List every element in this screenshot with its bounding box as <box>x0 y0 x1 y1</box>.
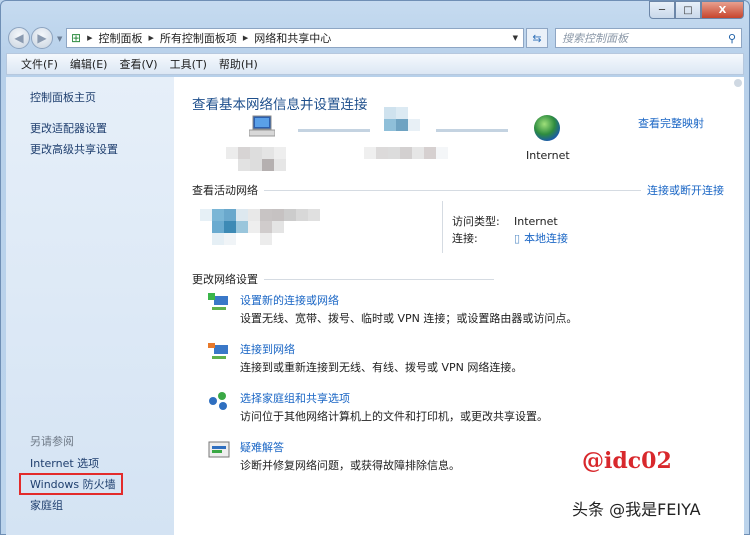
connect-disconnect-link[interactable]: 连接或断开连接 <box>647 182 724 198</box>
address-dropdown-icon[interactable]: ▼ <box>513 34 518 42</box>
menu-edit[interactable]: 编辑(E) <box>70 56 108 72</box>
blurred-active-network <box>200 209 332 245</box>
overlay-tag: @idc02 <box>582 448 672 474</box>
change-settings-title: 更改网络设置 <box>192 273 258 286</box>
menu-view[interactable]: 查看(V) <box>119 56 157 72</box>
nav-buttons: ◀ ▶ <box>8 27 53 49</box>
breadcrumb-arrow-icon[interactable]: ▶ <box>87 34 92 42</box>
local-connection-link[interactable]: 本地连接 <box>524 230 568 246</box>
refresh-button[interactable]: ⇆ <box>526 28 548 48</box>
breadcrumb-all-items[interactable]: 所有控制面板项 <box>160 30 237 46</box>
menu-file[interactable]: 文件(F) <box>21 56 58 72</box>
menu-bar: 文件(F) 编辑(E) 查看(V) 工具(T) 帮助(H) <box>6 53 744 75</box>
breadcrumb-arrow-icon[interactable]: ▶ <box>148 34 153 42</box>
search-placeholder: 搜索控制面板 <box>562 32 628 45</box>
new-connection-icon <box>208 293 228 310</box>
minimize-button[interactable]: ─ <box>649 1 675 19</box>
connection-label: 连接: <box>452 232 478 245</box>
task-homegroup: 选择家庭组和共享选项 访问位于其他网络计算机上的文件和打印机，或更改共享设置。 <box>208 391 548 427</box>
sidebar-homegroup[interactable]: 家庭组 <box>6 495 174 516</box>
sidebar: 控制面板主页 更改适配器设置 更改高级共享设置 另请参阅 Internet 选项… <box>6 77 174 535</box>
back-button[interactable]: ◀ <box>8 27 30 49</box>
connection-line <box>298 129 370 132</box>
close-button[interactable]: X <box>701 1 744 19</box>
connection-row: 连接: ▯ 本地连接 <box>452 230 568 246</box>
active-networks-header: 查看活动网络 连接或断开连接 <box>192 182 724 198</box>
task-description: 诊断并修复网络问题，或获得故障排除信息。 <box>240 459 460 472</box>
menu-tools[interactable]: 工具(T) <box>170 56 207 72</box>
task-title[interactable]: 选择家庭组和共享选项 <box>240 391 548 407</box>
computer-icon <box>249 115 275 137</box>
breadcrumb-network-center[interactable]: 网络和共享中心 <box>254 30 331 46</box>
sidebar-adapter-settings[interactable]: 更改适配器设置 <box>6 118 174 139</box>
task-title[interactable]: 疑难解答 <box>240 440 460 456</box>
task-title[interactable]: 连接到网络 <box>240 342 522 358</box>
main-content: 查看基本网络信息并设置连接 查看完整映射 Internet 查看活动网络 连接或… <box>174 77 744 535</box>
internet-label: Internet <box>526 149 570 162</box>
blurred-network-name <box>364 147 448 159</box>
menu-help[interactable]: 帮助(H) <box>219 56 258 72</box>
recent-pages-dropdown[interactable]: ▼ <box>57 35 62 43</box>
homegroup-icon <box>209 392 227 410</box>
task-troubleshoot: 疑难解答诊断并修复网络问题，或获得故障排除信息。 <box>208 440 460 476</box>
window-controls: ─ □ X <box>649 1 744 19</box>
task-description: 连接到或重新连接到无线、有线、拨号或 VPN 网络连接。 <box>240 361 523 374</box>
change-settings-header: 更改网络设置 <box>192 271 494 287</box>
watermark: 头条 @我是FEIYA <box>572 500 701 519</box>
internet-globe-icon <box>534 115 560 141</box>
page-title: 查看基本网络信息并设置连接 <box>192 97 368 113</box>
divider <box>442 201 443 253</box>
ethernet-icon: ▯ <box>514 232 521 245</box>
access-type-label: 访问类型: <box>452 215 500 228</box>
task-title[interactable]: 设置新的连接或网络 <box>240 293 577 309</box>
forward-button[interactable]: ▶ <box>31 27 53 49</box>
task-connect-network: 连接到网络连接到或重新连接到无线、有线、拨号或 VPN 网络连接。 <box>208 342 522 378</box>
task-description: 访问位于其他网络计算机上的文件和打印机，或更改共享设置。 <box>240 410 548 423</box>
address-bar[interactable]: ⊞ ▶ 控制面板 ▶ 所有控制面板项 ▶ 网络和共享中心 ▼ <box>66 28 524 48</box>
firewall-highlight-box <box>19 473 123 495</box>
connection-line <box>436 129 508 132</box>
task-new-connection: 设置新的连接或网络 设置无线、宽带、拨号、临时或 VPN 连接；或设置路由器或访问… <box>208 293 577 329</box>
breadcrumb-control-panel[interactable]: 控制面板 <box>98 30 142 46</box>
control-panel-icon: ⊞ <box>71 31 82 45</box>
maximize-button[interactable]: □ <box>675 1 701 19</box>
connect-network-icon <box>208 343 228 359</box>
active-networks-title: 查看活动网络 <box>192 184 258 197</box>
task-description: 设置无线、宽带、拨号、临时或 VPN 连接；或设置路由器或访问点。 <box>240 312 578 325</box>
blurred-network-icon <box>384 107 420 131</box>
blurred-computer-name <box>226 147 298 171</box>
view-full-map-link[interactable]: 查看完整映射 <box>638 115 704 131</box>
breadcrumb-arrow-icon[interactable]: ▶ <box>243 34 248 42</box>
search-icon[interactable]: ⚲ <box>728 32 736 45</box>
see-also-heading: 另请参阅 <box>30 435 74 448</box>
sidebar-advanced-sharing[interactable]: 更改高级共享设置 <box>6 139 174 160</box>
sidebar-control-panel-home[interactable]: 控制面板主页 <box>6 87 174 108</box>
scroll-indicator <box>734 79 742 87</box>
sidebar-internet-options[interactable]: Internet 选项 <box>6 453 174 474</box>
access-type-value: Internet <box>514 215 558 228</box>
search-input[interactable]: 搜索控制面板 ⚲ <box>555 28 742 48</box>
access-type-row: 访问类型: Internet <box>452 213 558 229</box>
troubleshoot-icon <box>208 441 230 458</box>
